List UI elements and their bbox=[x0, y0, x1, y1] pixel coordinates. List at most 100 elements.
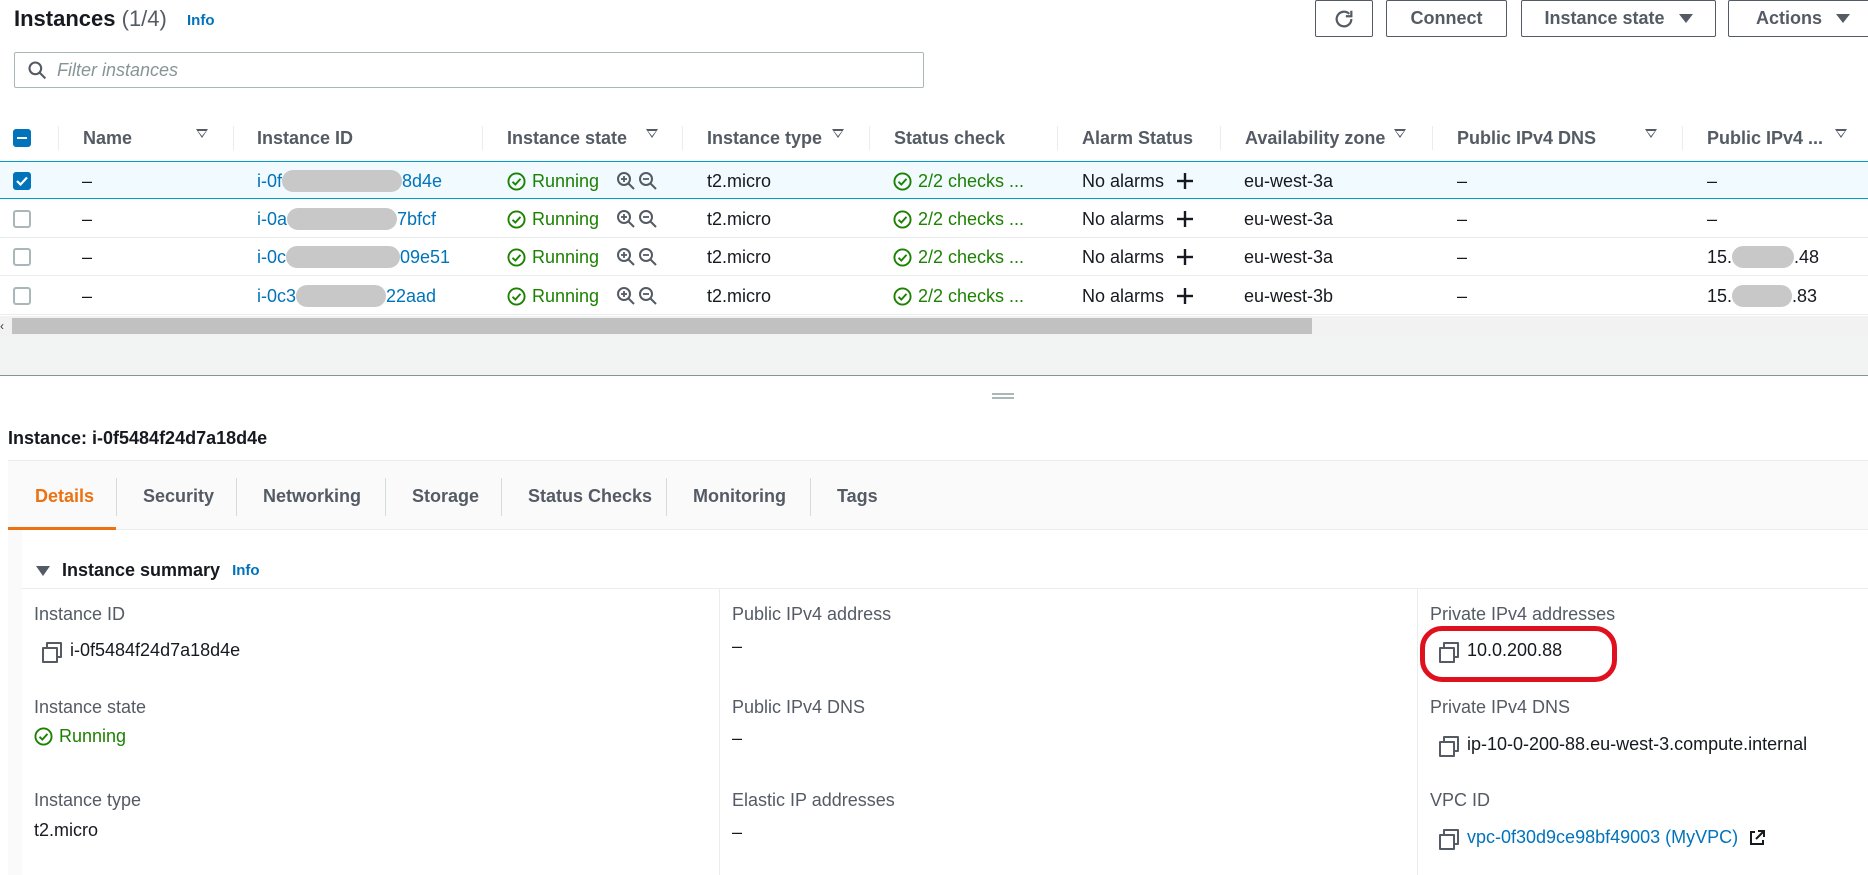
status-check-cell[interactable]: 2/2 checks ... bbox=[893, 200, 1024, 238]
select-all-cell[interactable] bbox=[13, 114, 31, 162]
public-dns-label: Public IPv4 DNS bbox=[732, 697, 866, 717]
sort-icon[interactable] bbox=[646, 129, 658, 138]
check-circle-icon bbox=[893, 171, 912, 191]
tab-networking[interactable]: Networking bbox=[263, 461, 361, 531]
drag-handle-icon[interactable] bbox=[992, 393, 1014, 399]
row-select-cell[interactable] bbox=[13, 238, 31, 276]
instance-id-text: i-0f5484f24d7a18d4e bbox=[70, 640, 241, 660]
alarm-status-cell: No alarms bbox=[1082, 238, 1194, 276]
column-header-instance-state[interactable]: Instance state bbox=[507, 114, 682, 162]
vpc-id-label: VPC ID bbox=[1430, 790, 1491, 810]
scrollbar-thumb[interactable] bbox=[12, 318, 1312, 334]
summary-info-link[interactable]: Info bbox=[232, 562, 260, 579]
column-separator bbox=[58, 126, 59, 150]
tab-storage[interactable]: Storage bbox=[412, 461, 479, 531]
zoom-out-icon[interactable] bbox=[638, 286, 658, 306]
instance-id-value: i-0f5484f24d7a18d4e bbox=[42, 640, 241, 663]
sort-icon[interactable] bbox=[1394, 129, 1406, 138]
tab-tags[interactable]: Tags bbox=[837, 461, 878, 531]
filter-instances[interactable] bbox=[14, 52, 924, 88]
instance-id-prefix: i-0f bbox=[257, 170, 283, 191]
column-label: Availability zone bbox=[1245, 127, 1386, 148]
zoom-in-icon[interactable] bbox=[616, 286, 636, 306]
tab-security[interactable]: Security bbox=[143, 461, 214, 531]
instance-id-link[interactable]: i-0c 09e51 bbox=[257, 238, 450, 276]
external-link-icon[interactable] bbox=[1748, 829, 1766, 847]
zoom-out-icon[interactable] bbox=[638, 247, 658, 267]
status-check-cell[interactable]: 2/2 checks ... bbox=[893, 162, 1024, 200]
refresh-button[interactable] bbox=[1315, 0, 1373, 37]
info-link[interactable]: Info bbox=[187, 12, 215, 29]
split-panel-handle[interactable] bbox=[0, 377, 1868, 417]
add-alarm-icon[interactable] bbox=[1176, 287, 1194, 305]
instance-type-cell: t2.micro bbox=[707, 285, 772, 306]
instance-id-link[interactable]: i-0a 7bfcf bbox=[257, 200, 436, 238]
sort-icon[interactable] bbox=[832, 129, 844, 138]
zoom-in-icon[interactable] bbox=[616, 209, 636, 229]
copy-icon[interactable] bbox=[42, 641, 62, 663]
row-checkbox[interactable] bbox=[13, 172, 31, 190]
column-header-instance-type[interactable]: Instance type bbox=[707, 114, 867, 162]
instance-type-cell: t2.micro bbox=[707, 208, 772, 229]
row-select-cell[interactable] bbox=[13, 162, 31, 200]
scroll-left-arrow-icon[interactable]: ‹ bbox=[0, 319, 4, 333]
add-alarm-icon[interactable] bbox=[1176, 248, 1194, 266]
zoom-out-icon[interactable] bbox=[638, 171, 658, 191]
public-ipv4-cell: – bbox=[1707, 162, 1717, 200]
sort-icon[interactable] bbox=[1835, 129, 1847, 138]
row-checkbox[interactable] bbox=[13, 210, 31, 228]
instance-state-cell: Running bbox=[507, 162, 599, 200]
sort-icon[interactable] bbox=[196, 129, 208, 138]
column-header-availability-zone[interactable]: Availability zone bbox=[1245, 114, 1435, 162]
column-separator bbox=[233, 126, 234, 150]
row-select-cell[interactable] bbox=[13, 200, 31, 238]
actions-dropdown[interactable]: Actions bbox=[1728, 0, 1868, 37]
sort-icon[interactable] bbox=[1645, 129, 1657, 138]
tab-details[interactable]: Details bbox=[35, 461, 94, 531]
collapse-triangle-icon[interactable] bbox=[36, 565, 50, 576]
instance-id-label: Instance ID bbox=[34, 604, 126, 624]
instance-id-prefix: i-0a bbox=[257, 208, 288, 229]
instance-state-label: Instance state bbox=[1544, 8, 1665, 28]
column-header-status-check[interactable]: Status check bbox=[894, 114, 1054, 162]
row-checkbox[interactable] bbox=[13, 248, 31, 266]
column-header-name[interactable]: Name bbox=[83, 114, 233, 162]
instance-state-value: Running bbox=[34, 726, 126, 747]
column-header-instance-id[interactable]: Instance ID bbox=[257, 114, 482, 162]
instance-state-dropdown[interactable]: Instance state bbox=[1521, 0, 1716, 37]
status-check-cell[interactable]: 2/2 checks ... bbox=[893, 277, 1024, 315]
add-alarm-icon[interactable] bbox=[1176, 210, 1194, 228]
table-row[interactable]: – i-0a 7bfcf Running t2.micro 2/2 checks… bbox=[0, 200, 1868, 238]
column-header-public-ipv4-dns[interactable]: Public IPv4 DNS bbox=[1457, 114, 1677, 162]
table-row[interactable]: – i-0f 8d4e Running t2.micro 2/2 checks … bbox=[0, 161, 1868, 199]
select-all-checkbox[interactable] bbox=[13, 129, 31, 147]
tab-status-checks[interactable]: Status Checks bbox=[528, 461, 652, 531]
horizontal-scrollbar[interactable]: ‹ bbox=[0, 316, 1868, 336]
search-input[interactable] bbox=[57, 59, 917, 81]
instance-title: Instance: i-0f5484f24d7a18d4e bbox=[8, 428, 268, 448]
add-alarm-icon[interactable] bbox=[1176, 172, 1194, 190]
zoom-in-icon[interactable] bbox=[616, 247, 636, 267]
column-header-public-ipv4[interactable]: Public IPv4 ... bbox=[1707, 114, 1867, 162]
state-text: Running bbox=[532, 170, 600, 191]
copy-icon[interactable] bbox=[1439, 828, 1459, 850]
tab-monitoring[interactable]: Monitoring bbox=[693, 461, 786, 531]
vpc-id-link[interactable]: vpc-0f30d9ce98bf49003 (MyVPC) bbox=[1467, 827, 1738, 848]
copy-icon[interactable] bbox=[1439, 735, 1459, 757]
row-checkbox[interactable] bbox=[13, 287, 31, 305]
row-select-cell[interactable] bbox=[13, 277, 31, 315]
column-separator bbox=[869, 126, 870, 150]
instance-summary-header[interactable]: Instance summary Info bbox=[36, 560, 260, 581]
zoom-out-icon[interactable] bbox=[638, 209, 658, 229]
instance-id-link[interactable]: i-0c3 22aad bbox=[257, 277, 436, 315]
column-header-alarm-status[interactable]: Alarm Status bbox=[1082, 114, 1222, 162]
status-check-cell[interactable]: 2/2 checks ... bbox=[893, 238, 1024, 276]
zoom-in-icon[interactable] bbox=[616, 171, 636, 191]
alarm-text: No alarms bbox=[1082, 246, 1165, 267]
table-row[interactable]: – i-0c 09e51 Running t2.micro 2/2 checks… bbox=[0, 238, 1868, 276]
public-dns-value: – bbox=[732, 728, 743, 748]
column-separator bbox=[1682, 126, 1683, 150]
connect-button[interactable]: Connect bbox=[1386, 0, 1507, 37]
instance-id-link[interactable]: i-0f 8d4e bbox=[257, 162, 442, 200]
table-row[interactable]: – i-0c3 22aad Running t2.micro 2/2 check… bbox=[0, 277, 1868, 315]
